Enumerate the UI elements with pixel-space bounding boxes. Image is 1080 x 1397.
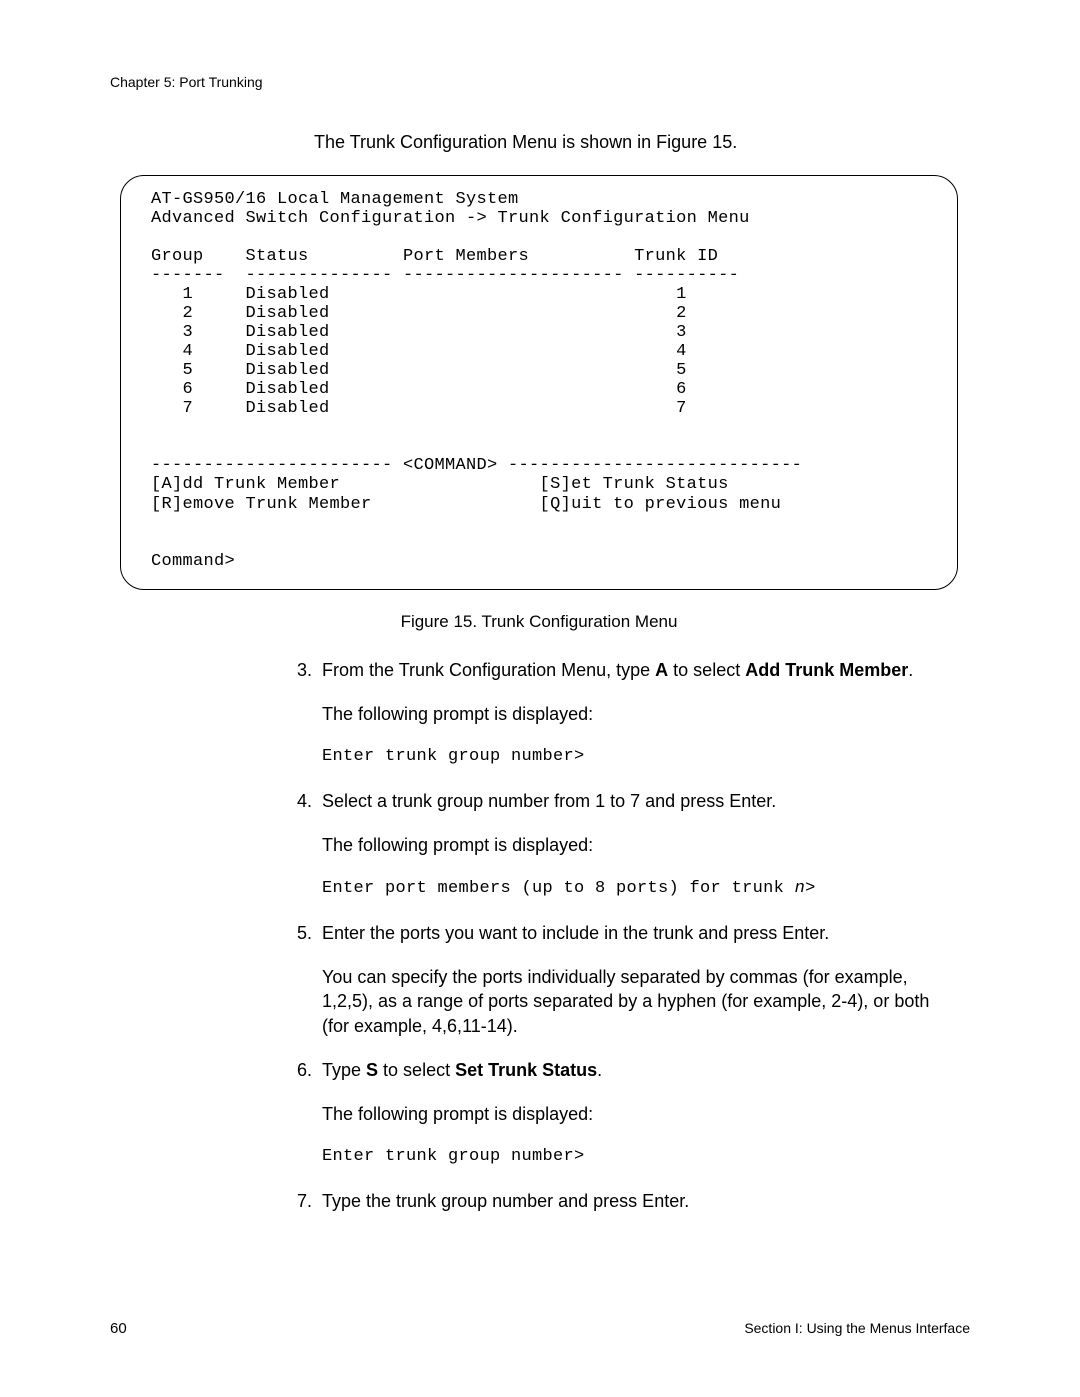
page-number: 60 (110, 1320, 127, 1337)
text: . (597, 1060, 602, 1080)
text: Enter port members (up to 8 ports) for t… (322, 879, 795, 898)
step-text: The following prompt is displayed: (322, 833, 950, 857)
page: Chapter 5: Port Trunking The Trunk Confi… (0, 0, 1080, 1397)
step-text: Type S to select Set Trunk Status. (322, 1058, 950, 1082)
key-letter: S (366, 1060, 378, 1080)
variable: n (795, 879, 806, 898)
step-7: 7. Type the trunk group number and press… (276, 1189, 950, 1213)
step-text: Type the trunk group number and press En… (322, 1189, 950, 1213)
terminal-prompt: Enter port members (up to 8 ports) for t… (322, 878, 950, 901)
step-text: From the Trunk Configuration Menu, type … (322, 658, 950, 682)
step-number: 5. (276, 921, 322, 1038)
step-text: The following prompt is displayed: (322, 702, 950, 726)
text: > (805, 879, 816, 898)
intro-text: The Trunk Configuration Menu is shown in… (314, 132, 970, 153)
section-label: Section I: Using the Menus Interface (744, 1320, 970, 1337)
chapter-header: Chapter 5: Port Trunking (110, 74, 970, 90)
text: . (908, 660, 913, 680)
step-text: Select a trunk group number from 1 to 7 … (322, 789, 950, 813)
figure-caption: Figure 15. Trunk Configuration Menu (120, 612, 958, 632)
menu-option: Add Trunk Member (745, 660, 908, 680)
menu-option: Set Trunk Status (455, 1060, 597, 1080)
step-text: You can specify the ports individually s… (322, 965, 950, 1038)
text: From the Trunk Configuration Menu, type (322, 660, 655, 680)
step-text: The following prompt is displayed: (322, 1102, 950, 1126)
text: to select (668, 660, 745, 680)
text: to select (378, 1060, 455, 1080)
step-5: 5. Enter the ports you want to include i… (276, 921, 950, 1038)
step-number: 6. (276, 1058, 322, 1170)
text: Type (322, 1060, 366, 1080)
step-number: 7. (276, 1189, 322, 1213)
terminal-prompt: Enter trunk group number> (322, 746, 950, 769)
step-list: 3. From the Trunk Configuration Menu, ty… (276, 658, 950, 1214)
step-number: 3. (276, 658, 322, 770)
terminal-screenshot: AT-GS950/16 Local Management System Adva… (120, 175, 958, 590)
key-letter: A (655, 660, 668, 680)
step-text: Enter the ports you want to include in t… (322, 921, 950, 945)
terminal-prompt: Enter trunk group number> (322, 1146, 950, 1169)
step-3: 3. From the Trunk Configuration Menu, ty… (276, 658, 950, 770)
page-footer: 60 Section I: Using the Menus Interface (110, 1320, 970, 1337)
step-4: 4. Select a trunk group number from 1 to… (276, 789, 950, 901)
step-6: 6. Type S to select Set Trunk Status. Th… (276, 1058, 950, 1170)
step-number: 4. (276, 789, 322, 901)
